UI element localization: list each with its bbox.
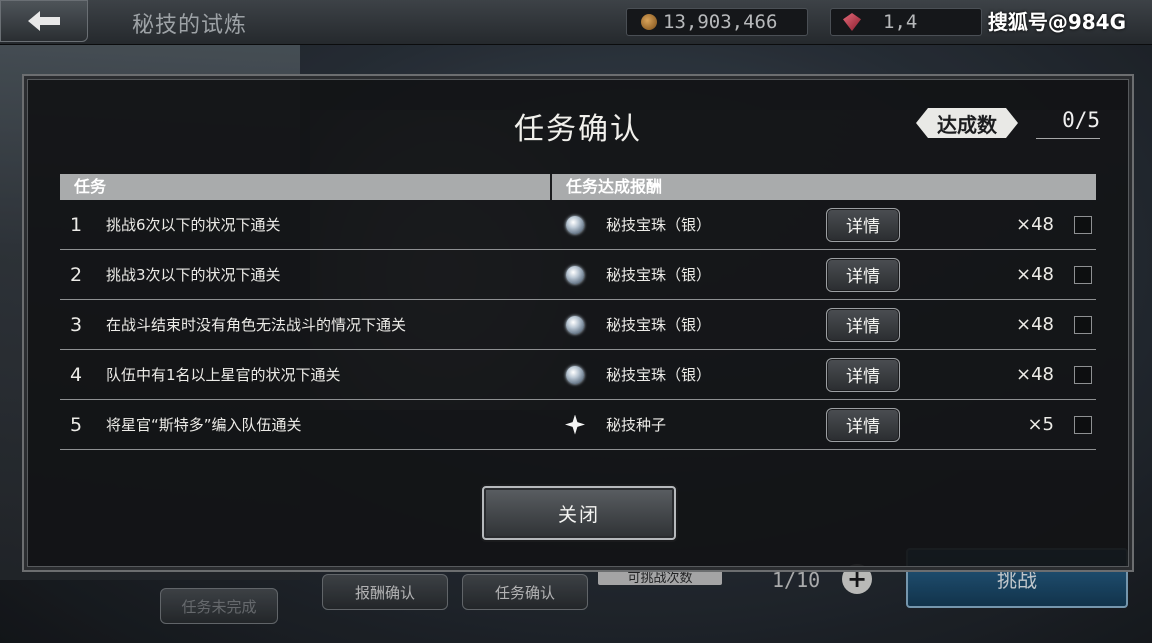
table-row: 5 将星官“斯特多”编入队伍通关 秘技种子 详情 ×5 [60,400,1096,450]
screen-title: 秘技的试炼 [132,13,248,38]
silver-orb-icon [564,314,586,336]
detail-button[interactable]: 详情 [826,257,900,292]
achieve-count: 0/5 [1036,108,1100,139]
completion-checkbox [1074,365,1092,384]
seed-icon [564,414,586,436]
completion-checkbox [1074,215,1092,234]
task-description: 挑战3次以下的状况下通关 [106,266,281,284]
table-row: 4 队伍中有1名以上星官的状况下通关 秘技宝珠（银） 详情 ×48 [60,350,1096,400]
task-number: 3 [70,313,83,336]
close-button[interactable]: 关闭 [482,486,676,540]
task-number: 5 [70,413,83,436]
gold-counter: 13,903,466 [626,8,808,36]
gold-amount: 13,903,466 [663,11,778,33]
gem-counter: 1,4 [830,8,982,36]
reward-name: 秘技宝珠（银） [606,316,712,334]
task-number: 4 [70,363,83,386]
coin-icon [641,14,657,30]
task-description: 在战斗结束时没有角色无法战斗的情况下通关 [106,316,407,334]
reward-quantity: ×5 [1027,414,1054,435]
watermark: 搜狐号@984G [987,10,1126,34]
gem-icon [843,13,861,31]
silver-orb-icon [564,364,586,386]
silver-orb-icon [564,264,586,286]
column-header-task: 任务 [60,174,552,200]
completion-checkbox [1074,265,1092,284]
top-bar: 秘技的试炼 13,903,466 1,4 搜狐号@984G [0,0,1152,45]
gem-amount: 1,4 [883,11,918,33]
completion-checkbox [1074,415,1092,434]
reward-quantity: ×48 [1016,364,1054,385]
task-description: 挑战6次以下的状况下通关 [106,216,281,234]
task-table: 任务 任务达成报酬 1 挑战6次以下的状况下通关 秘技宝珠（银） 详情 ×48 … [60,174,1096,450]
silver-orb-icon [564,214,586,236]
table-row: 1 挑战6次以下的状况下通关 秘技宝珠（银） 详情 ×48 [60,200,1096,250]
task-description: 队伍中有1名以上星官的状况下通关 [106,366,341,384]
detail-button[interactable]: 详情 [826,207,900,242]
table-row: 3 在战斗结束时没有角色无法战斗的情况下通关 秘技宝珠（银） 详情 ×48 [60,300,1096,350]
detail-button[interactable]: 详情 [826,307,900,342]
detail-button[interactable]: 详情 [826,407,900,442]
back-button[interactable] [0,0,88,42]
reward-quantity: ×48 [1016,314,1054,335]
task-number: 2 [70,263,83,286]
task-confirm-dialog: 任务确认 达成数 0/5 任务 任务达成报酬 1 挑战6次以下的状况下通关 秘技… [22,74,1134,572]
reward-name: 秘技宝珠（银） [606,266,712,284]
back-arrow-icon [28,11,60,31]
reward-quantity: ×48 [1016,214,1054,235]
completion-checkbox [1074,315,1092,334]
reward-name: 秘技宝珠（银） [606,366,712,384]
reward-name: 秘技种子 [606,416,667,434]
task-number: 1 [70,213,83,236]
column-header-reward: 任务达成报酬 [566,177,663,196]
table-row: 2 挑战3次以下的状况下通关 秘技宝珠（银） 详情 ×48 [60,250,1096,300]
reward-name: 秘技宝珠（银） [606,216,712,234]
table-header: 任务 任务达成报酬 [60,174,1096,200]
task-description: 将星官“斯特多”编入队伍通关 [106,416,302,434]
achieve-badge: 达成数 [916,108,1018,138]
reward-quantity: ×48 [1016,264,1054,285]
detail-button[interactable]: 详情 [826,357,900,392]
